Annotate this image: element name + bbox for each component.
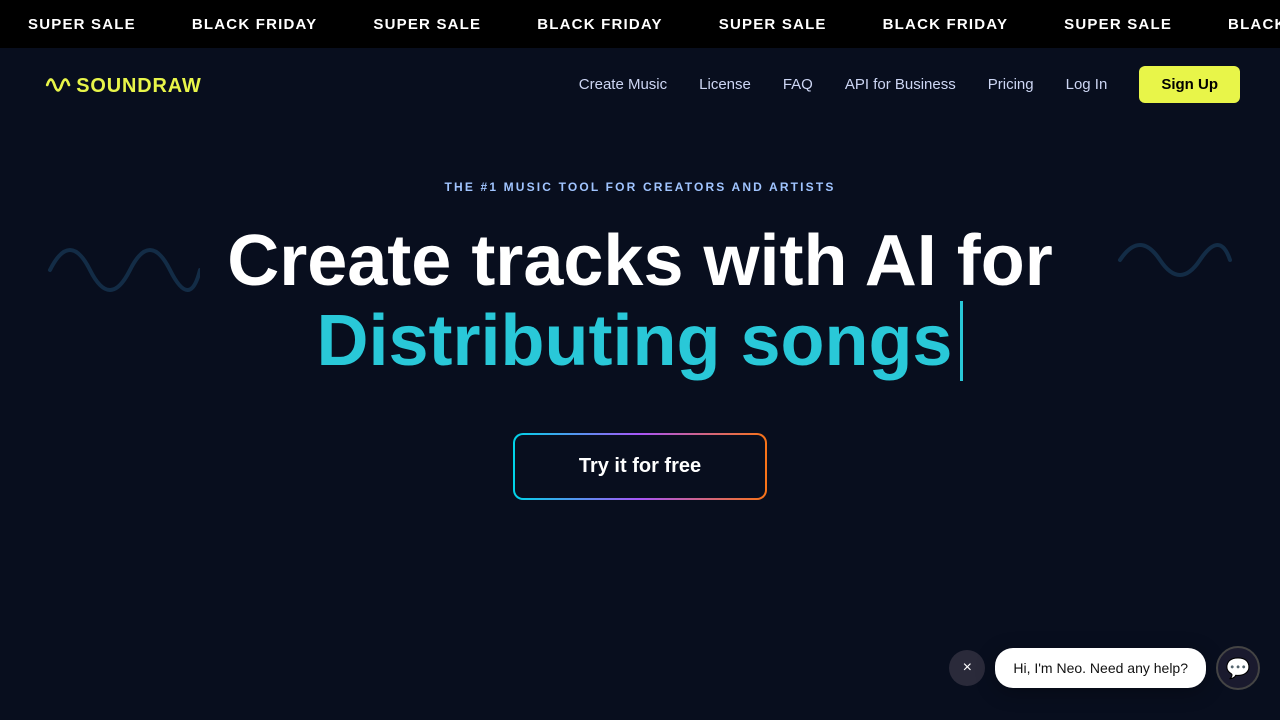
- nav-link-api-for-business[interactable]: API for Business: [845, 76, 956, 93]
- signup-button[interactable]: Sign Up: [1139, 66, 1240, 103]
- logo[interactable]: SOUNDRAW: [40, 65, 239, 103]
- nav-links: Create Music License FAQ API for Busines…: [579, 66, 1240, 103]
- hero-title-line1: Create tracks with AI for: [227, 222, 1053, 301]
- wave-decoration-right: [1110, 220, 1240, 300]
- banner-item: SUPER SALE: [345, 16, 509, 33]
- chat-avatar-button[interactable]: 💬: [1216, 646, 1260, 690]
- nav-link-log-in[interactable]: Log In: [1066, 76, 1108, 93]
- wave-decoration-left: [40, 220, 200, 300]
- text-cursor: [960, 301, 963, 381]
- nav-link-create-music[interactable]: Create Music: [579, 76, 667, 93]
- hero-title-line2: Distributing songs: [317, 301, 964, 381]
- chat-widget: × Hi, I'm Neo. Need any help? 💬: [949, 646, 1260, 690]
- chat-icon-symbol: 💬: [1226, 656, 1251, 681]
- svg-text:SOUNDRAW: SOUNDRAW: [76, 75, 201, 97]
- banner-item: BLACK FRIDAY: [164, 16, 346, 33]
- close-icon: ×: [963, 659, 972, 677]
- try-it-free-button[interactable]: Try it for free: [513, 433, 767, 500]
- banner-item: SUPER SALE: [691, 16, 855, 33]
- banner-item: SUPER SALE: [0, 16, 164, 33]
- marquee-track: SUPER SALE BLACK FRIDAY SUPER SALE BLACK…: [0, 16, 1280, 33]
- navbar: SOUNDRAW Create Music License FAQ API fo…: [0, 48, 1280, 120]
- banner-item: BLACK FRIDAY: [509, 16, 691, 33]
- chat-close-button[interactable]: ×: [949, 650, 985, 686]
- banner-item: BLACK FRIDAY: [1200, 16, 1280, 33]
- nav-link-pricing[interactable]: Pricing: [988, 76, 1034, 93]
- nav-link-faq[interactable]: FAQ: [783, 76, 813, 93]
- hero-tagline: THE #1 MUSIC TOOL FOR CREATORS AND ARTIS…: [445, 180, 836, 194]
- sale-banner: SUPER SALE BLACK FRIDAY SUPER SALE BLACK…: [0, 0, 1280, 48]
- hero-section: THE #1 MUSIC TOOL FOR CREATORS AND ARTIS…: [0, 120, 1280, 500]
- nav-link-license[interactable]: License: [699, 76, 751, 93]
- banner-item: SUPER SALE: [1036, 16, 1200, 33]
- chat-message-text: Hi, I'm Neo. Need any help?: [1013, 660, 1188, 676]
- chat-message-bubble: Hi, I'm Neo. Need any help?: [995, 648, 1206, 688]
- banner-item: BLACK FRIDAY: [855, 16, 1037, 33]
